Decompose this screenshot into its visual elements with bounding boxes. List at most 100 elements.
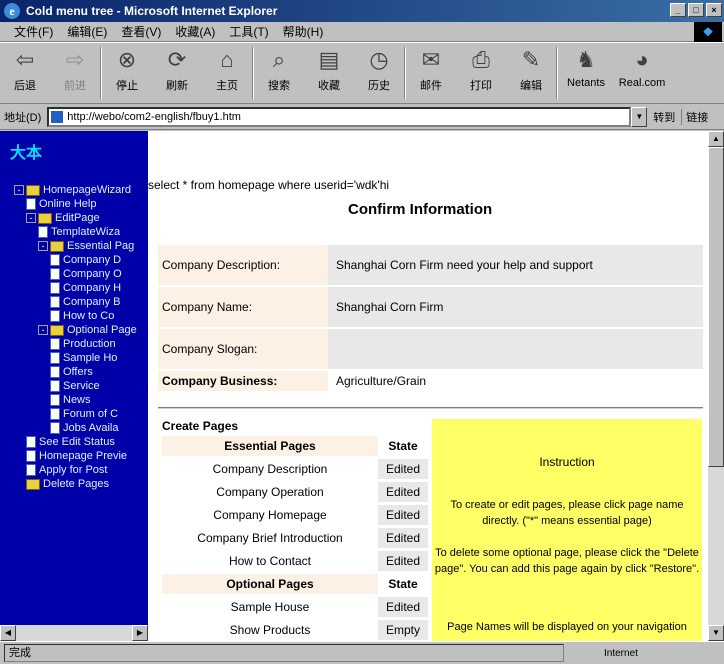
page-icon — [51, 110, 64, 123]
scroll-down-icon[interactable]: ▼ — [708, 625, 724, 641]
tree-item[interactable]: Delete Pages — [26, 477, 109, 491]
page-state: Edited — [378, 481, 428, 502]
document-icon — [38, 226, 48, 238]
stop-button[interactable]: ⊗ 停止 — [102, 43, 152, 103]
browser-window: e Cold menu tree - Microsoft Internet Ex… — [0, 0, 724, 664]
vertical-scrollbar[interactable]: ▲ ▼ — [708, 131, 724, 641]
scroll-right-icon[interactable]: ▶ — [132, 625, 148, 641]
mail-button[interactable]: ✉ 邮件 — [406, 43, 456, 103]
page-state: Edited — [378, 458, 428, 479]
search-button[interactable]: ⌕ 搜索 — [254, 43, 304, 103]
info-label: Company Name: — [158, 287, 328, 327]
tree-item-label: HomepageWizard — [43, 184, 132, 196]
tree-item[interactable]: Offers — [50, 365, 93, 379]
collapse-toggle-icon[interactable]: - — [14, 185, 24, 195]
create-pages-label: Create Pages — [162, 419, 239, 433]
print-button[interactable]: ⎙ 打印 — [456, 43, 506, 103]
scroll-up-icon[interactable]: ▲ — [708, 131, 724, 147]
tree-horizontal-scrollbar[interactable]: ◀ ▶ — [0, 625, 148, 641]
tree-item[interactable]: - Optional Page — [38, 323, 137, 337]
forward-button[interactable]: ⇨ 前进 — [50, 43, 100, 103]
links-button[interactable]: 链接 — [681, 108, 708, 125]
page-row: Company Description Edited — [162, 457, 432, 480]
menu-help[interactable]: 帮助(H) — [283, 23, 324, 40]
collapse-toggle-icon[interactable]: - — [26, 213, 36, 223]
address-url: http://webo/com2-english/fbuy1.htm — [67, 110, 241, 123]
tree-item[interactable]: Service — [50, 379, 100, 393]
history-button[interactable]: ◷ 历史 — [354, 43, 404, 103]
instruction-text-2: To delete some optional page, please cli… — [434, 547, 700, 575]
address-dropdown-button[interactable]: ▼ — [631, 106, 648, 127]
tree-item-label: Forum of C — [63, 408, 119, 420]
tree-item[interactable]: - Essential Pag — [38, 239, 134, 253]
menu-edit[interactable]: 编辑(E) — [67, 23, 107, 40]
menu-view[interactable]: 查看(V) — [121, 23, 161, 40]
toolbar: ⇦ 后退 ⇨ 前进 ⊗ 停止 ⟳ 刷新 ⌂ 主页 ⌕ 搜索 ▤ 收藏 ◷ 历史 ✉ 邮件 ⎙ 打印 … — [0, 42, 724, 104]
edit-button[interactable]: ✎ 编辑 — [506, 43, 556, 103]
page-name-link[interactable]: Company Operation — [162, 485, 378, 499]
tree-item[interactable]: Company H — [50, 281, 121, 295]
page-name-link[interactable]: Company Homepage — [162, 508, 378, 522]
forward-label: 前进 — [64, 80, 86, 92]
tree-item[interactable]: Forum of C — [50, 407, 118, 421]
page-name-link[interactable]: Company Brief Introduction — [162, 531, 378, 545]
page-name-link[interactable]: Show Products — [162, 623, 378, 637]
page-name-link[interactable]: Sample House — [162, 600, 378, 614]
tree-item-label: Sample Ho — [63, 352, 118, 364]
maximize-button[interactable]: □ — [688, 3, 704, 17]
company-info-table: Company Description: Shanghai Corn Firm … — [158, 243, 703, 393]
tree-item-label: Offers — [63, 366, 93, 378]
page-name-link[interactable]: Company Description — [162, 462, 378, 476]
favorites-button[interactable]: ▤ 收藏 — [304, 43, 354, 103]
menu-favorites[interactable]: 收藏(A) — [175, 23, 215, 40]
tree-item[interactable]: News — [50, 393, 91, 407]
scroll-thumb[interactable] — [708, 147, 724, 467]
realcom-button[interactable]: ◕ Real.com — [614, 43, 670, 103]
tree-item-label: Delete Pages — [43, 478, 110, 490]
optional-pages-header: Optional Pages — [162, 573, 378, 594]
close-button[interactable]: × — [706, 3, 722, 17]
tree-item[interactable]: - HomepageWizard — [14, 183, 131, 197]
folder-icon — [26, 478, 40, 490]
home-icon: ⌂ — [220, 47, 234, 72]
refresh-button[interactable]: ⟳ 刷新 — [152, 43, 202, 103]
go-button[interactable]: 转到 — [653, 109, 675, 125]
info-label: Company Description: — [158, 245, 328, 285]
tree-item[interactable]: Company D — [50, 253, 121, 267]
minimize-button[interactable]: _ — [670, 3, 686, 17]
tree-item[interactable]: Company B — [50, 295, 120, 309]
optional-header-row: Optional Pages State — [162, 572, 432, 595]
print-icon: ⎙ — [472, 47, 490, 72]
tree-item-label: Service — [63, 380, 100, 392]
address-input[interactable]: http://webo/com2-english/fbuy1.htm — [47, 106, 632, 127]
menu-bar: 文件(F) 编辑(E) 查看(V) 收藏(A) 工具(T) 帮助(H) ❖ — [0, 22, 724, 42]
menu-tools[interactable]: 工具(T) — [229, 23, 268, 40]
tree-item[interactable]: How to Co — [50, 309, 114, 323]
scroll-left-icon[interactable]: ◀ — [0, 625, 16, 641]
realcom-icon: ◕ — [635, 47, 649, 72]
tree-item[interactable]: See Edit Status — [26, 435, 115, 449]
status-bar: 完成 Internet — [0, 641, 724, 664]
collapse-toggle-icon[interactable]: - — [38, 325, 48, 335]
back-button[interactable]: ⇦ 后退 — [0, 43, 50, 103]
tree-item[interactable]: Online Help — [26, 197, 96, 211]
tree-item[interactable]: Production — [50, 337, 116, 351]
tree-item[interactable]: TemplateWiza — [38, 225, 120, 239]
tree-item[interactable]: Homepage Previe — [26, 449, 127, 463]
info-value — [328, 329, 703, 369]
tree-item[interactable]: Apply for Post — [26, 463, 107, 477]
tree-item[interactable]: Jobs Availa — [50, 421, 118, 435]
netants-button[interactable]: ♞ Netants — [558, 43, 614, 103]
collapse-toggle-icon[interactable]: - — [38, 241, 48, 251]
menu-file[interactable]: 文件(F) — [14, 23, 53, 40]
info-value: Shanghai Corn Firm need your help and su… — [328, 245, 703, 285]
home-button[interactable]: ⌂ 主页 — [202, 43, 252, 103]
tree-item[interactable]: Sample Ho — [50, 351, 117, 365]
tree-item[interactable]: - EditPage — [26, 211, 100, 225]
page-row: Sample House Edited — [162, 595, 432, 618]
page-name-link[interactable]: How to Contact — [162, 554, 378, 568]
tree-item[interactable]: Company O — [50, 267, 122, 281]
security-zone: Internet — [604, 647, 638, 659]
search-icon: ⌕ — [272, 47, 286, 72]
tree-item-label: TemplateWiza — [51, 226, 121, 238]
